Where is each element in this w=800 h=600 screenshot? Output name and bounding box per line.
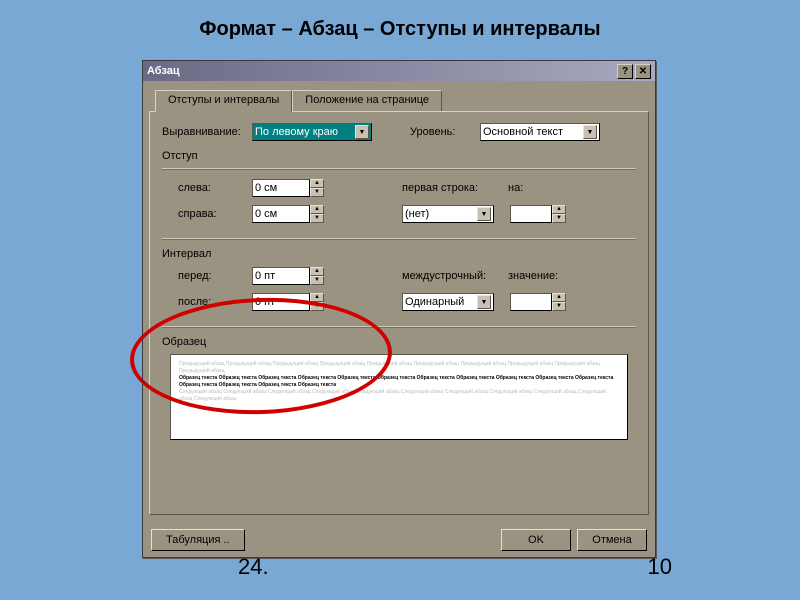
spin-up-icon[interactable]: ▲ bbox=[310, 293, 324, 302]
footer-right: 10 bbox=[648, 554, 672, 580]
spin-up-icon[interactable]: ▲ bbox=[310, 179, 324, 188]
indent-right-field[interactable]: 0 см ▲▼ bbox=[252, 205, 324, 223]
tab-panel: Выравнивание: По левому краю ▼ Уровень: … bbox=[149, 111, 649, 515]
spacing-before-field[interactable]: 0 пт ▲▼ bbox=[252, 267, 324, 285]
spin-up-icon[interactable]: ▲ bbox=[552, 205, 566, 214]
preview-sample-text: Образец текста Образец текста Образец те… bbox=[179, 375, 619, 389]
tab-indents[interactable]: Отступы и интервалы bbox=[155, 90, 292, 112]
alignment-label: Выравнивание: bbox=[162, 126, 252, 138]
spin-down-icon[interactable]: ▼ bbox=[310, 276, 324, 285]
spin-down-icon[interactable]: ▼ bbox=[310, 188, 324, 197]
paragraph-dialog: Абзац ? ✕ Отступы и интервалы Положение … bbox=[142, 60, 656, 558]
divider bbox=[162, 238, 636, 240]
spacing-before-label: перед: bbox=[162, 270, 252, 282]
linespacing-at-label: значение: bbox=[508, 270, 568, 282]
preview-next-text: Следующий абзац Следующий абзац Следующи… bbox=[179, 389, 619, 403]
cancel-button[interactable]: Отмена bbox=[577, 529, 647, 551]
divider bbox=[162, 326, 636, 328]
spin-down-icon[interactable]: ▼ bbox=[310, 302, 324, 311]
spin-up-icon[interactable]: ▲ bbox=[552, 293, 566, 302]
indent-left-label: слева: bbox=[162, 182, 252, 194]
ok-button[interactable]: OK bbox=[501, 529, 571, 551]
spin-down-icon[interactable]: ▼ bbox=[552, 214, 566, 223]
chevron-down-icon[interactable]: ▼ bbox=[477, 295, 491, 309]
spin-down-icon[interactable]: ▼ bbox=[552, 302, 566, 311]
linespacing-combo[interactable]: Одинарный ▼ bbox=[402, 293, 494, 311]
linespacing-label: междустрочный: bbox=[402, 270, 498, 282]
firstline-combo[interactable]: (нет) ▼ bbox=[402, 205, 494, 223]
titlebar[interactable]: Абзац ? ✕ bbox=[143, 61, 655, 81]
indent-group-label: Отступ bbox=[162, 150, 636, 162]
divider bbox=[162, 168, 636, 170]
spacing-after-field[interactable]: 0 пт ▲▼ bbox=[252, 293, 324, 311]
firstline-by-field[interactable]: ▲▼ bbox=[510, 205, 566, 223]
spin-up-icon[interactable]: ▲ bbox=[310, 267, 324, 276]
chevron-down-icon[interactable]: ▼ bbox=[355, 125, 369, 139]
alignment-combo[interactable]: По левому краю ▼ bbox=[252, 123, 372, 141]
spacing-after-label: после: bbox=[162, 296, 252, 308]
preview-box: Предыдущий абзац Предыдущий абзац Предыд… bbox=[170, 354, 628, 440]
linespacing-at-field[interactable]: ▲▼ bbox=[510, 293, 566, 311]
indent-right-label: справа: bbox=[162, 208, 252, 220]
firstline-by-label: на: bbox=[508, 182, 548, 194]
spin-up-icon[interactable]: ▲ bbox=[310, 205, 324, 214]
spacing-group-label: Интервал bbox=[162, 248, 636, 260]
dialog-title: Абзац bbox=[147, 65, 615, 77]
chevron-down-icon[interactable]: ▼ bbox=[583, 125, 597, 139]
footer-left: 24. bbox=[238, 554, 269, 580]
slide-title: Формат – Абзац – Отступы и интервалы bbox=[0, 0, 800, 41]
firstline-label: первая строка: bbox=[402, 182, 498, 194]
help-button[interactable]: ? bbox=[617, 64, 633, 79]
preview-prev-text: Предыдущий абзац Предыдущий абзац Предыд… bbox=[179, 361, 619, 375]
level-combo[interactable]: Основной текст ▼ bbox=[480, 123, 600, 141]
level-label: Уровень: bbox=[410, 126, 480, 138]
indent-left-field[interactable]: 0 см ▲▼ bbox=[252, 179, 324, 197]
tab-pageflow[interactable]: Положение на странице bbox=[292, 90, 442, 112]
chevron-down-icon[interactable]: ▼ bbox=[477, 207, 491, 221]
tabs-button[interactable]: Табуляция .. bbox=[151, 529, 245, 551]
spin-down-icon[interactable]: ▼ bbox=[310, 214, 324, 223]
close-button[interactable]: ✕ bbox=[635, 64, 651, 79]
tab-strip: Отступы и интервалы Положение на страниц… bbox=[155, 89, 649, 111]
preview-group-label: Образец bbox=[162, 336, 636, 348]
